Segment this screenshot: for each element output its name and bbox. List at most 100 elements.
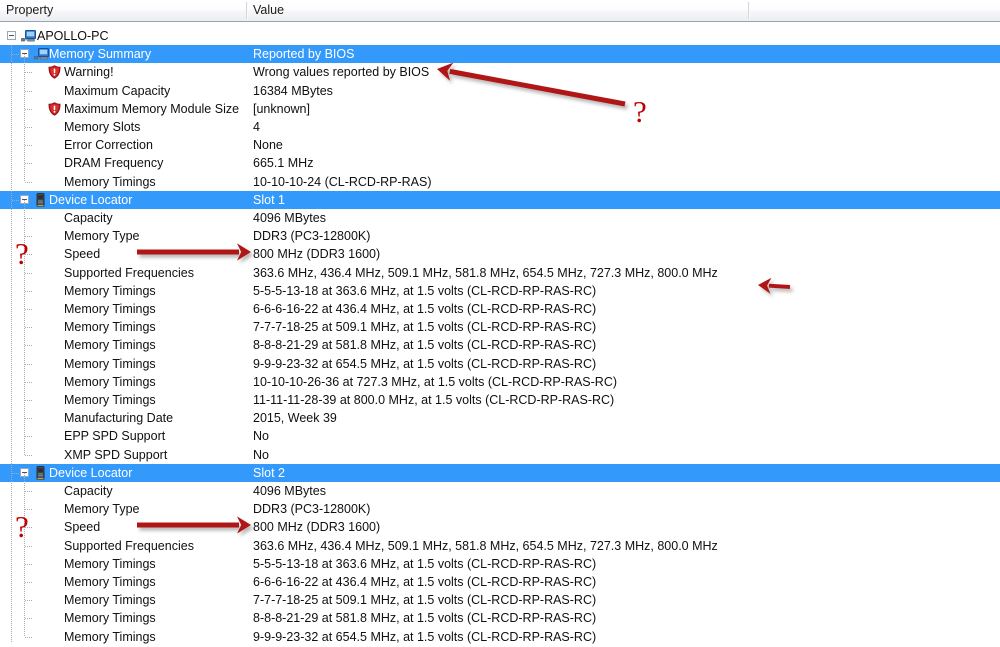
tree-row-property: Memory Timings — [64, 629, 156, 644]
tree-row-value: 9-9-9-23-32 at 654.5 MHz, at 1.5 volts (… — [253, 356, 597, 371]
tree-row[interactable]: Maximum Memory Module Size [unknown] — [0, 100, 1000, 118]
tree-row-property: Memory Timings — [64, 338, 156, 353]
tree-row[interactable]: Speed 800 MHz (DDR3 1600) — [0, 518, 1000, 536]
memory-property-tree[interactable]: APOLLO-PC Memory Summary Reported by BIOS W… — [0, 22, 1000, 647]
tree-row-property: Manufacturing Date — [64, 411, 174, 426]
tree-row-value: 7-7-7-18-25 at 509.1 MHz, at 1.5 volts (… — [253, 320, 597, 335]
tree-row[interactable]: Supported Frequencies 363.6 MHz, 436.4 MH… — [0, 264, 1000, 282]
tree-row-value: No — [253, 447, 269, 462]
tree-row-value: 800 MHz (DDR3 1600) — [253, 520, 381, 535]
tree-row-selected[interactable]: Device Locator Slot 1 — [0, 190, 1000, 209]
tree-row[interactable]: Memory Timings 5-5-5-13-18 at 363.6 MHz, … — [0, 555, 1000, 573]
tree-row-property: XMP SPD Support — [64, 447, 168, 462]
tree-row[interactable]: Capacity 4096 MBytes — [0, 209, 1000, 227]
memory-module-icon — [34, 465, 48, 480]
question-mark-speed-slot2: ? — [15, 509, 29, 544]
tree-row-property: Memory Type — [64, 502, 140, 517]
tree-row-property: Maximum Memory Module Size — [64, 101, 240, 116]
tree-guide-line — [24, 473, 25, 637]
tree-guide-tick — [25, 400, 33, 401]
tree-row-property: APOLLO-PC — [37, 29, 109, 43]
tree-row[interactable]: Memory Timings 6-6-6-16-22 at 436.4 MHz, … — [0, 300, 1000, 318]
column-header-property[interactable]: Property — [0, 0, 246, 21]
tree-guide-tick — [25, 181, 33, 183]
tree-row[interactable]: Memory Slots 4 — [0, 118, 1000, 136]
column-header-value[interactable]: Value — [247, 0, 748, 21]
tree-row-property: Memory Timings — [64, 611, 156, 626]
column-header-blank[interactable] — [749, 0, 1000, 21]
tree-row-value: DDR3 (PC3-12800K) — [253, 502, 371, 517]
tree-row-property: Memory Timings — [64, 283, 156, 298]
tree-guide-tick — [25, 600, 33, 602]
computer-network-icon — [21, 29, 36, 43]
tree-row[interactable]: Memory Timings 11-11-11-28-39 at 800.0 MH… — [0, 391, 1000, 409]
tree-row[interactable]: XMP SPD Support No — [0, 446, 1000, 464]
tree-row-value: 5-5-5-13-18 at 363.6 MHz, at 1.5 volts (… — [253, 556, 597, 571]
tree-row-property: Memory Type — [64, 229, 140, 244]
tree-row-property: Device Locator — [49, 465, 133, 480]
tree-row-value: None — [253, 138, 283, 153]
tree-row-value: 6-6-6-16-22 at 436.4 MHz, at 1.5 volts (… — [253, 575, 597, 589]
tree-guide-tick — [25, 545, 33, 547]
tree-row-property: Memory Timings — [64, 374, 156, 389]
tree-guide-tick — [25, 163, 33, 165]
tree-row-selected[interactable]: Memory Summary Reported by BIOS — [0, 45, 1000, 64]
tree-row[interactable]: Memory Timings 7-7-7-18-25 at 509.1 MHz, … — [0, 318, 1000, 336]
tree-row[interactable]: Supported Frequencies 363.6 MHz, 436.4 MH… — [0, 537, 1000, 555]
question-mark-bios: ? — [633, 94, 647, 129]
spd-memory-tree-window: Property Value APOLLO-PC Memory Summary Rep… — [0, 0, 1000, 647]
tree-row-selected[interactable]: Device Locator Slot 2 — [0, 463, 1000, 482]
tree-row-value: 6-6-6-16-22 at 436.4 MHz, at 1.5 volts (… — [253, 302, 597, 316]
tree-row[interactable]: Memory Timings 6-6-6-16-22 at 436.4 MHz, … — [0, 573, 1000, 591]
tree-row-property: Memory Timings — [64, 174, 156, 189]
tree-row[interactable]: Memory Timings 10-10-10-24 (CL-RCD-RP-RAS… — [0, 173, 1000, 191]
tree-row[interactable]: Memory Timings 8-8-8-21-29 at 581.8 MHz, … — [0, 336, 1000, 354]
tree-row-value: 11-11-11-28-39 at 800.0 MHz, at 1.5 volt… — [253, 393, 615, 407]
tree-row[interactable]: Memory Timings 8-8-8-21-29 at 581.8 MHz, … — [0, 609, 1000, 627]
tree-row-value: 8-8-8-21-29 at 581.8 MHz, at 1.5 volts (… — [253, 338, 597, 353]
tree-row-property: Speed — [64, 520, 101, 535]
tree-row[interactable]: Maximum Capacity 16384 MBytes — [0, 82, 1000, 100]
tree-guide-tick — [25, 327, 33, 329]
tree-guide-line — [11, 45, 12, 642]
tree-guide-line — [24, 54, 25, 182]
tree-row[interactable]: Memory Timings 7-7-7-18-25 at 509.1 MHz, … — [0, 591, 1000, 609]
tree-row[interactable]: DRAM Frequency 665.1 MHz — [0, 154, 1000, 172]
expander-collapse-icon[interactable] — [7, 31, 16, 40]
tree-row[interactable]: Error Correction None — [0, 136, 1000, 154]
tree-row-property: Memory Timings — [64, 356, 156, 371]
tree-row[interactable]: Warning! Wrong values reported by BIOS — [0, 63, 1000, 81]
tree-row-property: Memory Timings — [64, 320, 156, 335]
tree-row-value: 2015, Week 39 — [253, 411, 337, 426]
computer-network-icon — [34, 47, 49, 61]
tree-row-property: Capacity — [64, 211, 113, 225]
tree-row-value: DDR3 (PC3-12800K) — [253, 229, 371, 244]
tree-guide-tick — [25, 436, 33, 438]
tree-row-value: 4 — [253, 120, 260, 134]
tree-row[interactable]: Memory Type DDR3 (PC3-12800K) — [0, 227, 1000, 245]
tree-row[interactable]: Memory Timings 9-9-9-23-32 at 654.5 MHz, … — [0, 355, 1000, 373]
tree-row-property: Memory Slots — [64, 120, 141, 134]
tree-row[interactable]: Manufacturing Date 2015, Week 39 — [0, 409, 1000, 427]
tree-row[interactable]: EPP SPD Support No — [0, 427, 1000, 445]
tree-guide-tick — [12, 199, 20, 201]
tree-guide-tick — [25, 108, 33, 110]
tree-row-property: DRAM Frequency — [64, 156, 164, 171]
tree-row-property: Memory Summary — [49, 47, 152, 62]
tree-row-value: 363.6 MHz, 436.4 MHz, 509.1 MHz, 581.8 M… — [253, 538, 718, 553]
tree-row[interactable]: Memory Timings 5-5-5-13-18 at 363.6 MHz, … — [0, 282, 1000, 300]
tree-row[interactable]: Memory Timings 10-10-10-26-36 at 727.3 MH… — [0, 373, 1000, 391]
tree-row[interactable]: Memory Timings 9-9-9-23-32 at 654.5 MHz, … — [0, 628, 1000, 646]
column-resize-handle[interactable] — [246, 2, 248, 19]
tree-row[interactable]: Capacity 4096 MBytes — [0, 482, 1000, 500]
tree-row-value: Slot 1 — [253, 192, 285, 207]
tree-row[interactable]: APOLLO-PC — [0, 27, 1000, 45]
tree-row-property: Error Correction — [64, 138, 153, 153]
column-resize-handle[interactable] — [748, 2, 750, 19]
tree-guide-tick — [25, 418, 33, 420]
tree-row[interactable]: Speed 800 MHz (DDR3 1600) — [0, 245, 1000, 263]
tree-row[interactable]: Memory Type DDR3 (PC3-12800K) — [0, 500, 1000, 518]
tree-guide-tick — [25, 381, 33, 383]
tree-guide-tick — [12, 54, 20, 56]
tree-guide-tick — [25, 345, 33, 347]
